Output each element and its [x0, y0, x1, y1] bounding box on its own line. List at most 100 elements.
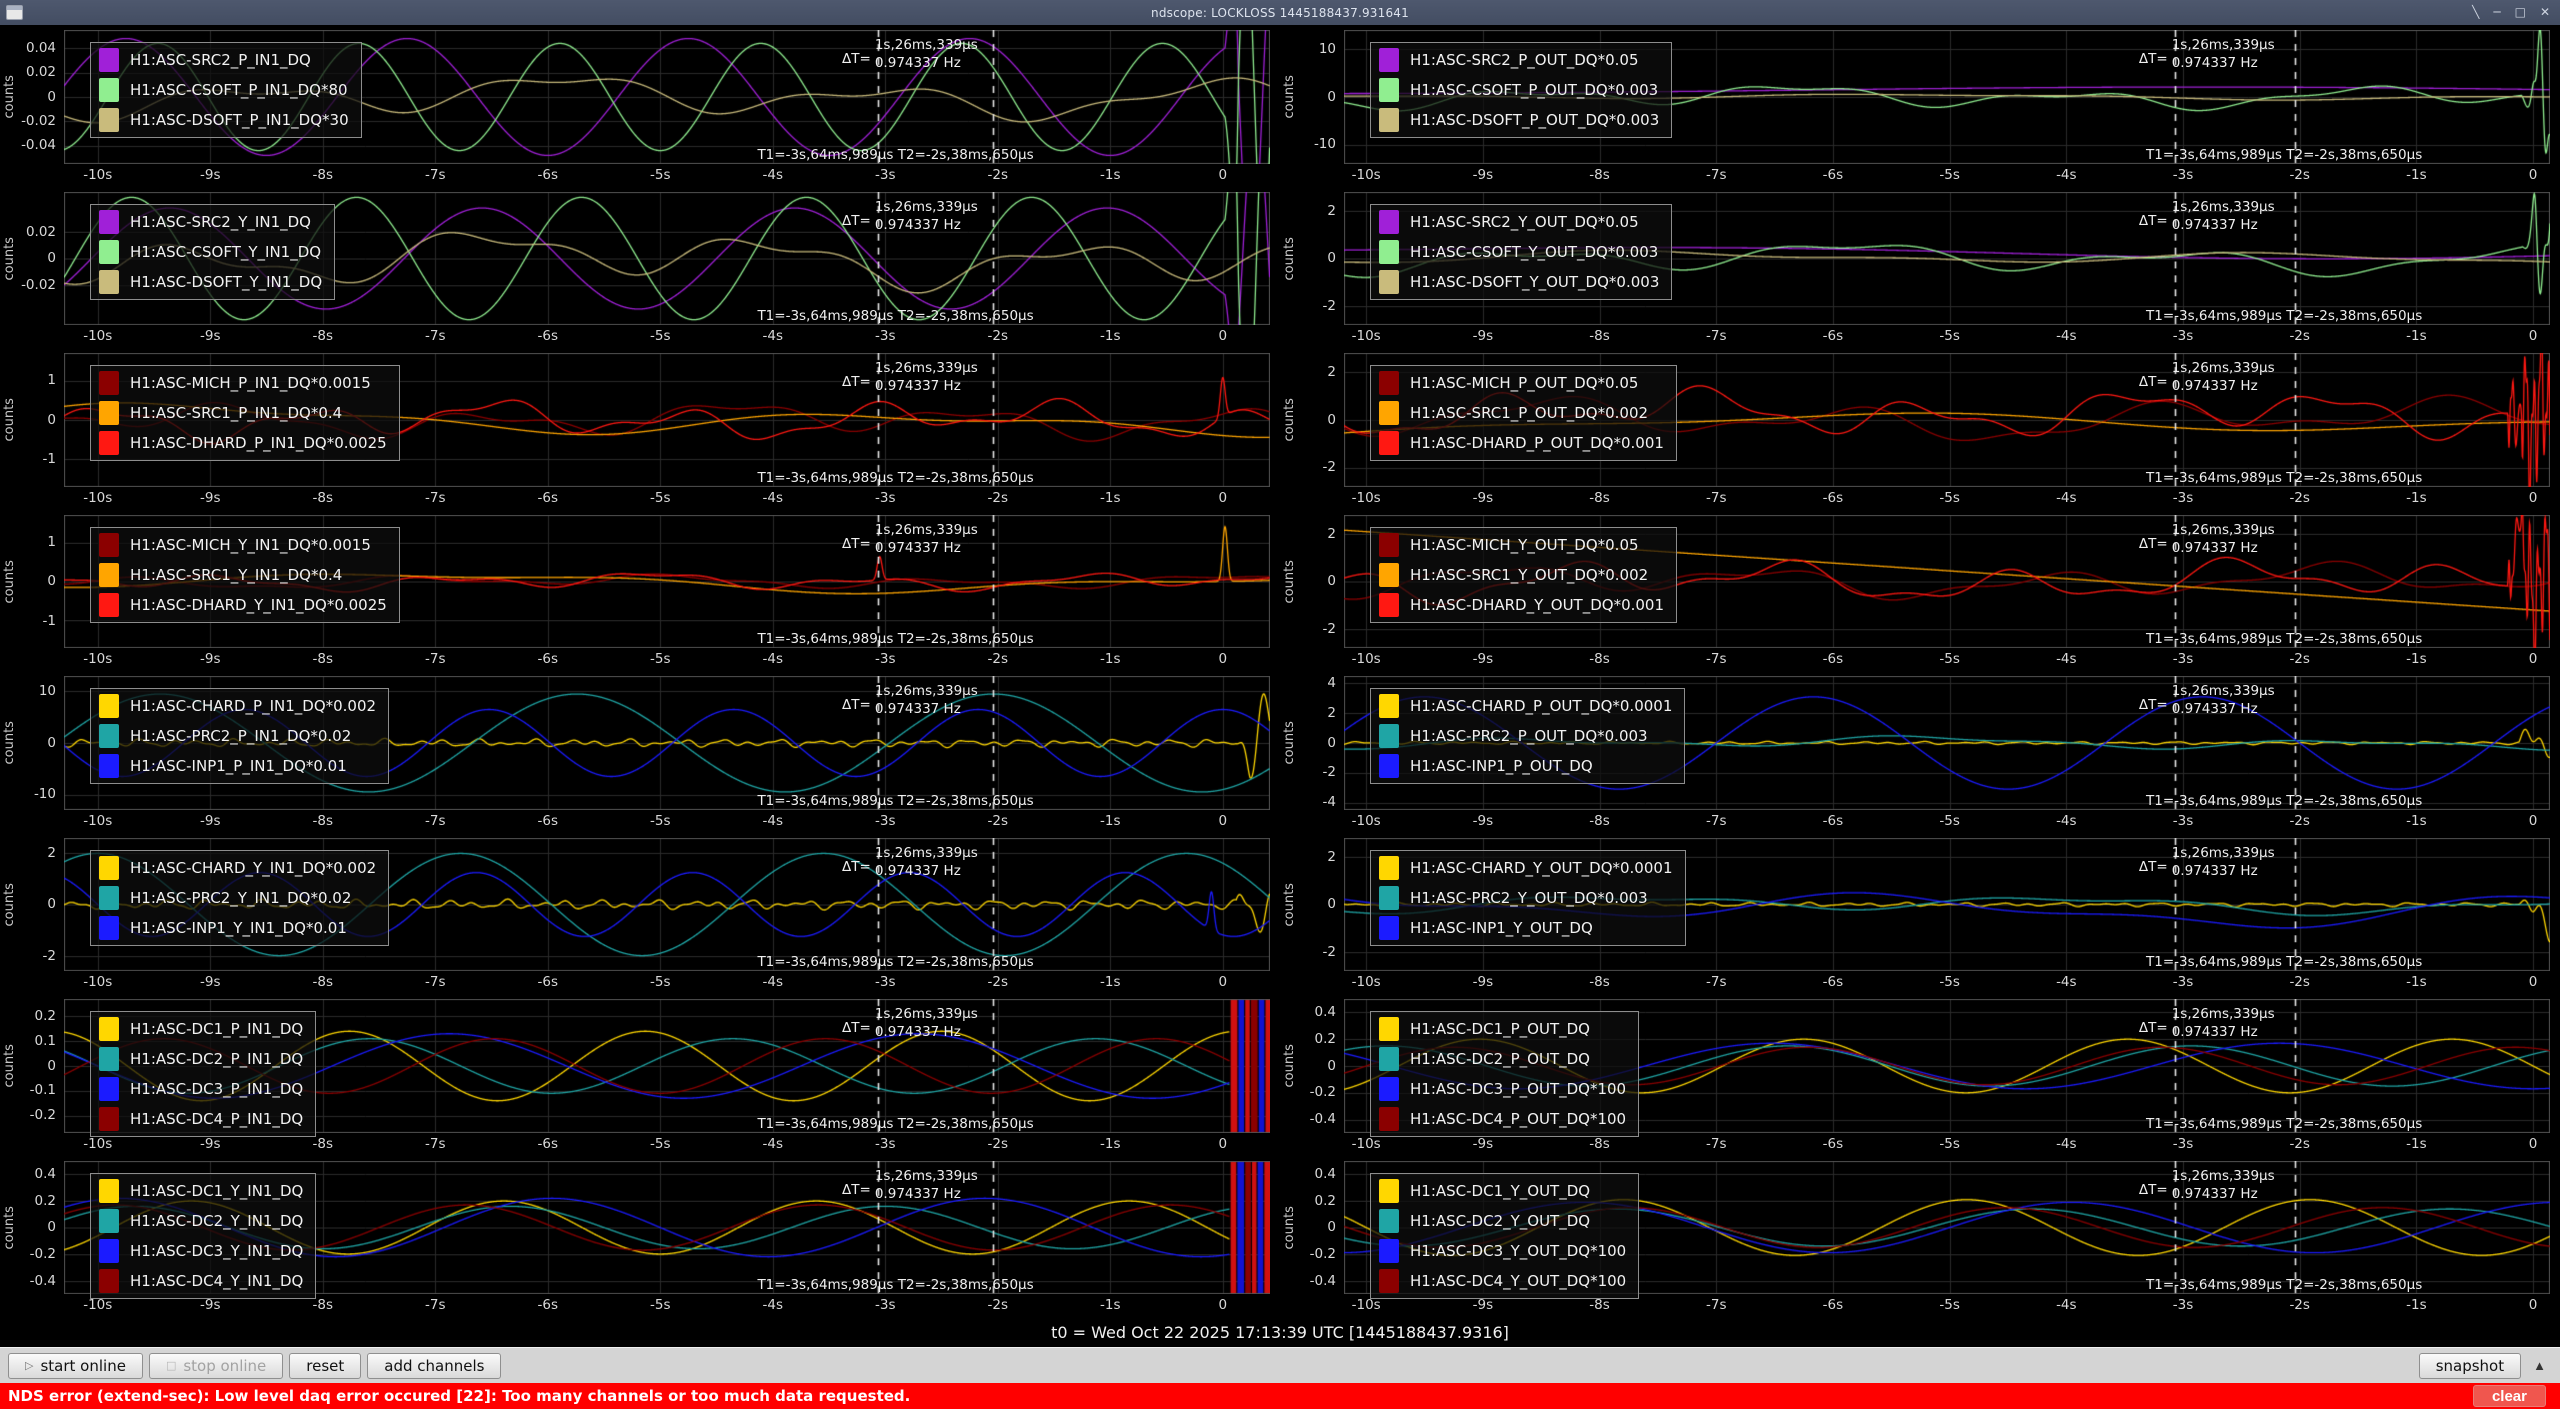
stop-online-button[interactable]: □ stop online	[149, 1353, 283, 1379]
x-tick-label: -1s	[2406, 490, 2427, 506]
plot-legend: H1:ASC-DC1_Y_IN1_DQH1:ASC-DC2_Y_IN1_DQH1…	[90, 1173, 316, 1299]
legend-swatch	[99, 1269, 119, 1293]
x-tick-label: -6s	[1823, 167, 1844, 183]
x-tick-label: -4s	[2056, 328, 2077, 344]
channel-name: H1:ASC-DSOFT_Y_IN1_DQ	[130, 273, 322, 291]
y-axis-label: counts	[2, 1000, 17, 1132]
x-tick-label: -7s	[425, 167, 446, 183]
legend-swatch	[1379, 48, 1399, 72]
y-axis-label: counts	[2, 839, 17, 971]
plot-panel-dc-p-in: counts0.20.10-0.1-0.2-10s-9s-8s-7s-6s-5s…	[0, 994, 1280, 1156]
cursor-times-annotation: T1=-3s,64ms,989μs T2=-2s,38ms,650μs	[2146, 954, 2422, 970]
channel-name: H1:ASC-DC2_Y_IN1_DQ	[130, 1212, 303, 1230]
x-tick-label: -6s	[537, 328, 558, 344]
delta-t-value: 1s,26ms,339μs	[2172, 1168, 2275, 1184]
x-tick-label: 0	[1218, 1297, 1227, 1313]
plot-panel-src2-csoft-dsoft-p-in: counts0.040.020-0.02-0.04-10s-9s-8s-7s-6…	[0, 25, 1280, 187]
y-tick-label: -2	[1323, 459, 1336, 475]
y-axis-label: counts	[1282, 1162, 1297, 1294]
x-tick-label: -3s	[2173, 1136, 2194, 1152]
delta-t-label: ΔT=	[842, 51, 871, 67]
x-tick-label: -10s	[1352, 1297, 1381, 1313]
caret-up-icon[interactable]: ▲	[2527, 1358, 2552, 1373]
clear-button[interactable]: clear	[2473, 1385, 2546, 1407]
y-tick-label: -2	[43, 948, 56, 964]
y-tick-label: -0.4	[1310, 1111, 1336, 1127]
shade-icon[interactable]: ╲	[2472, 0, 2479, 25]
delta-t-value: 1s,26ms,339μs	[2172, 522, 2275, 538]
x-tick-label: -10s	[83, 1297, 112, 1313]
legend-swatch	[99, 1239, 119, 1263]
legend-swatch	[1379, 270, 1399, 294]
y-tick-label: 0	[1327, 896, 1336, 912]
add-channels-button[interactable]: add channels	[367, 1353, 501, 1379]
y-tick-label: 0	[47, 250, 56, 266]
plot-panel-dc-p-out: counts0.40.20-0.2-0.4-10s-9s-8s-7s-6s-5s…	[1280, 994, 2560, 1156]
plot-panel-chard-prc2-inp1-p-out: counts420-2-4-10s-9s-8s-7s-6s-5s-4s-3s-2…	[1280, 671, 2560, 833]
legend-item: H1:ASC-DC4_P_IN1_DQ	[99, 1107, 303, 1131]
delta-f-value: 0.974337 Hz	[2172, 701, 2275, 717]
x-tick-label: -3s	[875, 974, 896, 990]
maximize-icon[interactable]: □	[2515, 0, 2526, 25]
delta-f-value: 0.974337 Hz	[2172, 378, 2275, 394]
title-bar[interactable]: ndscope: LOCKLOSS 1445188437.931641 ╲ ─ …	[0, 0, 2560, 25]
legend-swatch	[99, 431, 119, 455]
x-tick-label: -7s	[425, 328, 446, 344]
x-tick-label: -5s	[1939, 167, 1960, 183]
x-tick-label: -8s	[1589, 167, 1610, 183]
x-tick-label: -4s	[763, 651, 784, 667]
snapshot-button[interactable]: snapshot	[2419, 1353, 2521, 1379]
close-icon[interactable]: ✕	[2540, 0, 2550, 25]
delta-f-value: 0.974337 Hz	[875, 540, 978, 556]
delta-t-annotation: ΔT=1s,26ms,339μs0.974337 Hz	[842, 683, 978, 717]
legend-item: H1:ASC-CSOFT_P_OUT_DQ*0.003	[1379, 78, 1659, 102]
y-tick-label: 0.2	[35, 1193, 56, 1209]
legend-item: H1:ASC-PRC2_P_IN1_DQ*0.02	[99, 724, 376, 748]
x-tick-label: -4s	[763, 1136, 784, 1152]
cursor-times-annotation: T1=-3s,64ms,989μs T2=-2s,38ms,650μs	[757, 147, 1033, 163]
y-axis-label: counts	[2, 516, 17, 648]
legend-swatch	[1379, 108, 1399, 132]
delta-f-value: 0.974337 Hz	[875, 1024, 978, 1040]
delta-t-label: ΔT=	[842, 1020, 871, 1036]
legend-item: H1:ASC-PRC2_P_OUT_DQ*0.003	[1379, 724, 1672, 748]
delta-t-value: 1s,26ms,339μs	[875, 360, 978, 376]
x-tick-label: -1s	[2406, 1136, 2427, 1152]
legend-swatch	[99, 563, 119, 587]
minimize-icon[interactable]: ─	[2493, 0, 2500, 25]
x-tick-label: -4s	[2056, 167, 2077, 183]
channel-name: H1:ASC-DC3_P_OUT_DQ*100	[1410, 1080, 1626, 1098]
y-tick-label: 0.02	[26, 224, 56, 240]
x-tick-label: -7s	[425, 813, 446, 829]
reset-button[interactable]: reset	[289, 1353, 361, 1379]
x-tick-label: -2s	[988, 813, 1009, 829]
x-tick-label: -8s	[313, 1297, 334, 1313]
legend-swatch	[99, 210, 119, 234]
legend-swatch	[99, 1017, 119, 1041]
x-tick-label: -4s	[763, 167, 784, 183]
x-tick-label: -2s	[988, 974, 1009, 990]
y-tick-label: -10	[1314, 136, 1336, 152]
x-tick-label: -9s	[1473, 974, 1494, 990]
y-axis-label: counts	[2, 31, 17, 163]
y-tick-label: -0.2	[30, 1246, 56, 1262]
legend-swatch	[1379, 1239, 1399, 1263]
y-tick-label: -2	[1323, 298, 1336, 314]
plot-legend: H1:ASC-DC1_P_IN1_DQH1:ASC-DC2_P_IN1_DQH1…	[90, 1011, 316, 1137]
y-tick-label: 2	[1327, 203, 1336, 219]
legend-swatch	[99, 593, 119, 617]
channel-name: H1:ASC-SRC1_Y_IN1_DQ*0.4	[130, 566, 342, 584]
legend-swatch	[1379, 1269, 1399, 1293]
delta-f-value: 0.974337 Hz	[875, 701, 978, 717]
x-tick-label: -4s	[2056, 813, 2077, 829]
delta-t-value: 1s,26ms,339μs	[875, 845, 978, 861]
x-tick-label: -5s	[1939, 1136, 1960, 1152]
x-tick-label: -5s	[650, 974, 671, 990]
start-online-button[interactable]: ▷ start online	[8, 1353, 143, 1379]
x-tick-label: -5s	[650, 1136, 671, 1152]
channel-name: H1:ASC-DHARD_Y_OUT_DQ*0.001	[1410, 596, 1664, 614]
plot-panel-mich-src1-dhard-p-in: counts10-1-10s-9s-8s-7s-6s-5s-4s-3s-2s-1…	[0, 348, 1280, 510]
delta-t-value: 1s,26ms,339μs	[2172, 1006, 2275, 1022]
delta-f-value: 0.974337 Hz	[2172, 1186, 2275, 1202]
legend-item: H1:ASC-DC2_Y_OUT_DQ	[1379, 1209, 1626, 1233]
